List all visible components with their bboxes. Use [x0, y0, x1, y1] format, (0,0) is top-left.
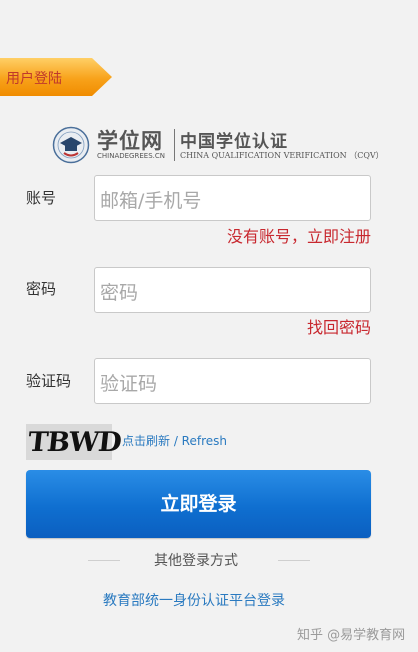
unified-auth-login-link[interactable]: 教育部统一身份认证平台登录 [103, 590, 285, 610]
captcha-refresh-link[interactable]: 点击刷新 / Refresh [122, 432, 227, 449]
watermark: 知乎 @易学教育网 [297, 628, 406, 643]
login-button[interactable]: 立即登录 [26, 470, 371, 538]
logo-en-main: CHINADEGREES.CN [97, 152, 165, 160]
logo-divider [174, 129, 175, 161]
captcha-input[interactable]: 验证码 [94, 358, 371, 404]
page-title: 用户登陆 [6, 71, 62, 87]
captcha-text: TBWD [26, 427, 123, 458]
password-label: 密码 [26, 280, 57, 298]
page-header-ribbon: 用户登陆 [0, 58, 112, 96]
account-input[interactable]: 邮箱/手机号 [94, 175, 371, 221]
forgot-password-link[interactable]: 找回密码 [307, 314, 371, 338]
divider-left [88, 560, 120, 561]
logo-cn-main: 学位网 [97, 129, 163, 153]
logo: 学位网 CHINADEGREES.CN 中国学位认证 CHINA QUALIFI… [50, 126, 390, 166]
captcha-image[interactable]: TBWD [26, 424, 122, 460]
divider-right [278, 560, 310, 561]
logo-cn-sub: 中国学位认证 [180, 132, 288, 152]
password-input[interactable]: 密码 [94, 267, 371, 313]
seal-icon [52, 126, 90, 164]
logo-en-sub: CHINA QUALIFICATION VERIFICATION （CQV） [180, 151, 384, 160]
register-link[interactable]: 没有账号，立即注册 [227, 223, 371, 247]
captcha-label: 验证码 [26, 372, 72, 390]
account-label: 账号 [26, 189, 57, 207]
other-login-label: 其他登录方式 [154, 553, 238, 569]
